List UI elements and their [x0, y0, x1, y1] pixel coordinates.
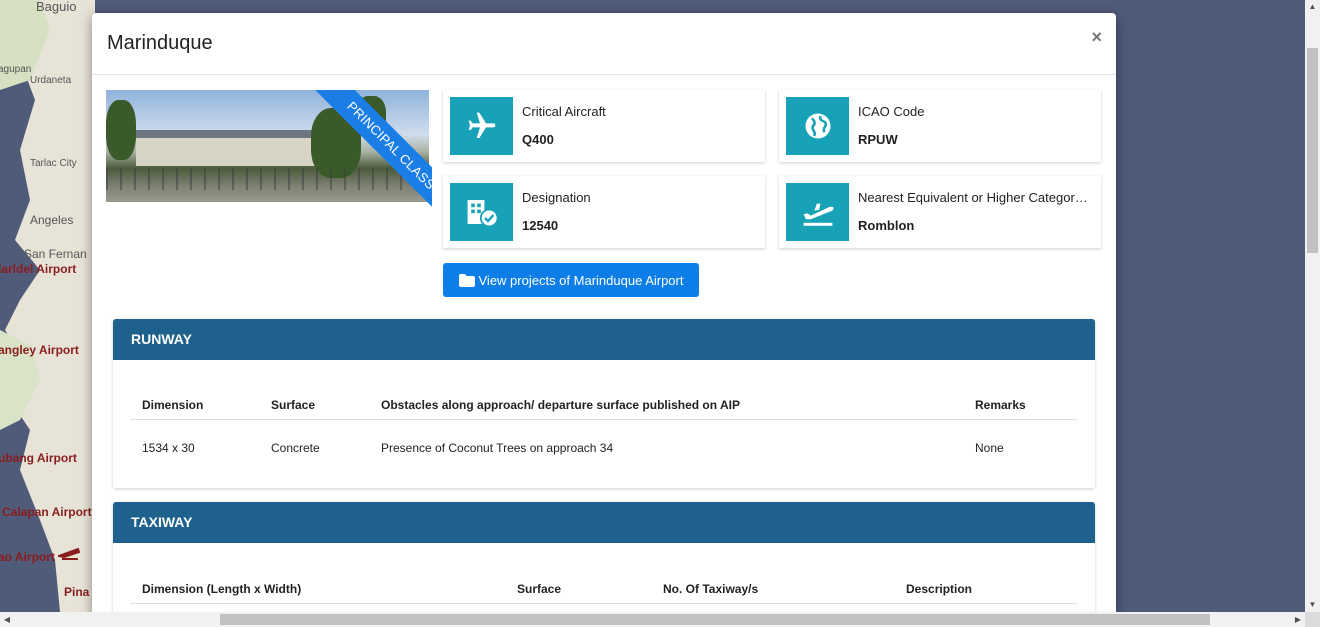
- airport-plane-icon: [58, 547, 80, 560]
- map-land: [0, 0, 95, 612]
- card-label: Designation: [522, 190, 591, 205]
- info-card-nearest-equivalent: Nearest Equivalent or Higher Categor… Ro…: [779, 176, 1101, 248]
- card-value: 12540: [522, 218, 559, 233]
- table-cell: None: [975, 441, 1004, 455]
- building-check-icon: [450, 183, 513, 241]
- card-label: ICAO Code: [858, 104, 925, 119]
- map-label-tarlac: Tarlac City: [30, 158, 77, 169]
- map-label-dagupan: agupan: [0, 64, 32, 75]
- map-label-urdaneta: Urdaneta: [30, 75, 72, 86]
- card-value: RPUW: [858, 132, 898, 147]
- folder-icon: [458, 273, 475, 287]
- taxiway-section: TAXIWAY Dimension (Length x Width) Surfa…: [113, 502, 1095, 627]
- map-label-baguio: Baguio: [36, 0, 77, 14]
- card-label: Nearest Equivalent or Higher Categor…: [858, 190, 1088, 205]
- column-header: Description: [906, 582, 973, 596]
- map-airport-marker[interactable]: Pina: [64, 585, 89, 599]
- map-label-angeles: Angeles: [30, 213, 74, 227]
- map-airport-marker[interactable]: larldel Airport: [0, 262, 76, 276]
- vertical-scroll-thumb[interactable]: [1307, 48, 1318, 253]
- map-airport-marker[interactable]: ubang Airport: [0, 451, 77, 465]
- table-cell: Presence of Coconut Trees on approach 34: [381, 441, 614, 455]
- scroll-down-arrow-icon[interactable]: ▼: [1305, 598, 1320, 612]
- globe-icon: [786, 97, 849, 155]
- plane-departure-icon: [786, 183, 849, 241]
- modal-header: Marinduque ×: [92, 13, 1116, 75]
- airplane-icon: [450, 97, 513, 155]
- vertical-scrollbar[interactable]: ▲ ▼: [1305, 0, 1320, 612]
- view-projects-button[interactable]: View projects of Marinduque Airport: [443, 263, 699, 297]
- scroll-right-arrow-icon[interactable]: ▶: [1291, 612, 1305, 627]
- table-cell: 1534 x 30: [142, 441, 195, 455]
- taxiway-title: TAXIWAY: [113, 502, 1095, 543]
- column-header: Surface: [517, 582, 562, 596]
- airport-modal: Marinduque × PRINCIPAL CLASS II Critical…: [92, 13, 1116, 627]
- map-label-san-fernando: San Fernan: [24, 247, 87, 261]
- card-label: Critical Aircraft: [522, 104, 606, 119]
- table-header: Dimension (Length x Width) Surface No. O…: [130, 582, 1077, 604]
- map-airport-marker[interactable]: ao Airport: [0, 550, 55, 564]
- modal-title: Marinduque: [107, 32, 213, 54]
- card-value: Q400: [522, 132, 554, 147]
- scroll-left-arrow-icon[interactable]: ◀: [0, 612, 14, 627]
- column-header: Dimension: [142, 398, 204, 412]
- table-row: 1534 x 30 Concrete Presence of Coconut T…: [130, 441, 1077, 461]
- view-projects-label: View projects of Marinduque Airport: [478, 272, 684, 288]
- column-header: Surface: [271, 398, 316, 412]
- horizontal-scrollbar[interactable]: ◀ ▶: [0, 612, 1305, 627]
- scroll-up-arrow-icon[interactable]: ▲: [1305, 0, 1320, 14]
- runway-title: RUNWAY: [113, 319, 1095, 360]
- column-header: No. Of Taxiway/s: [663, 582, 759, 596]
- info-card-icao-code: ICAO Code RPUW: [779, 90, 1101, 162]
- close-button[interactable]: ×: [1091, 27, 1102, 48]
- runway-section: RUNWAY Dimension Surface Obstacles along…: [113, 319, 1095, 488]
- info-card-critical-aircraft: Critical Aircraft Q400: [443, 90, 765, 162]
- map-airport-marker[interactable]: Calapan Airport: [2, 505, 92, 519]
- column-header: Obstacles along approach/ departure surf…: [381, 398, 740, 412]
- column-header: Remarks: [975, 398, 1026, 412]
- ribbon-label: PRINCIPAL CLASS II: [307, 90, 432, 230]
- horizontal-scroll-thumb[interactable]: [220, 614, 1210, 625]
- scrollbar-corner: [1305, 612, 1320, 627]
- table-header: Dimension Surface Obstacles along approa…: [130, 398, 1077, 420]
- table-cell: Concrete: [271, 441, 320, 455]
- info-card-designation: Designation 12540: [443, 176, 765, 248]
- map-airport-marker[interactable]: angley Airport: [0, 343, 79, 357]
- category-ribbon: PRINCIPAL CLASS II: [265, 90, 432, 230]
- card-value: Romblon: [858, 218, 915, 233]
- column-header: Dimension (Length x Width): [142, 582, 302, 596]
